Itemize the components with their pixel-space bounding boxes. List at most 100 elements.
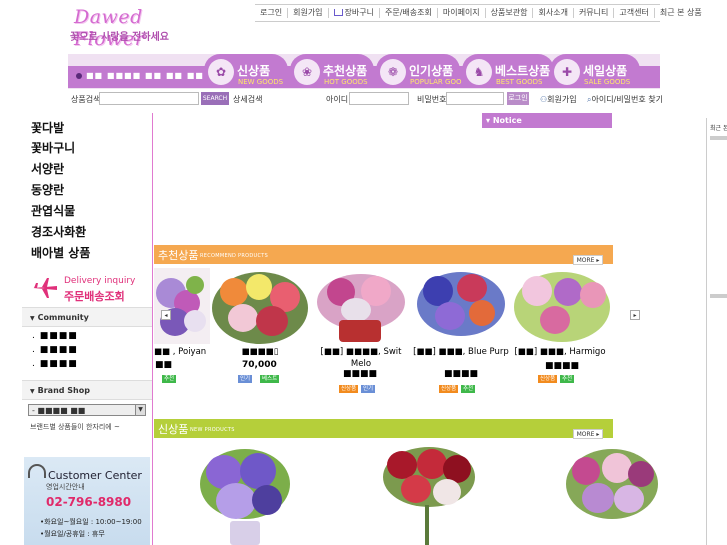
community-item[interactable]: . ■■■■ (32, 331, 78, 341)
customer-center-banner[interactable]: Customer Center 영업시간안내 02-796-8980 •화요일~… (24, 457, 150, 545)
tab-new-goods[interactable]: ✿ 신상품 NEW GOODS (204, 54, 288, 88)
bullet-icon (76, 72, 82, 79)
product-title[interactable]: ■■■■▯ (210, 346, 310, 358)
tab-best-goods[interactable]: ♞ 베스트상품 BEST GOODS (462, 54, 554, 88)
product-image[interactable] (379, 443, 479, 545)
triangle-icon: ▼ (30, 388, 35, 395)
site-logo[interactable]: Dawed Flower 꽃으로 사랑을 전하세요 (68, 4, 200, 56)
pw-label: 비밀번호 (417, 95, 447, 104)
category-bouquet[interactable]: 꽃다발 (31, 119, 64, 136)
login-button[interactable]: 로그인 (507, 92, 529, 105)
search-button[interactable]: SEARCH (201, 92, 229, 105)
scroll-down-bar[interactable] (710, 294, 727, 298)
id-label: 아이디 (326, 95, 349, 104)
nav-join[interactable]: 회원가입 (288, 8, 329, 18)
search-login-bar: 상품검색 SEARCH 상세검색 아이디 비밀번호 로그인 ⚇회원가입 ⌕아이디… (68, 92, 663, 106)
cart-icon (333, 9, 343, 16)
community-header: ▼ Community (22, 307, 152, 327)
nav-login[interactable]: 로그인 (255, 8, 289, 18)
flower-icon: ❁ (380, 59, 406, 85)
next-arrow-button[interactable]: ▸ (630, 310, 640, 320)
detail-search-link[interactable]: 상세검색 (233, 94, 262, 105)
find-account-link[interactable]: ⌕아이디/비밀번호 찾기 (587, 94, 663, 105)
tab-label: 인기상품 (409, 64, 454, 78)
product-price: ■■■■ (343, 369, 378, 379)
delivery-inquiry-banner[interactable]: Delivery inquiry 주문배송조회 (31, 270, 149, 305)
more-button[interactable]: MORE ▸ (573, 429, 603, 439)
product-price: 70,000 (242, 360, 277, 370)
customer-sub: 영업시간안내 (46, 483, 85, 491)
nav-recent[interactable]: 최근 본 상품 (655, 8, 707, 18)
category-delivery-area[interactable]: 배아별 상품 (31, 244, 90, 261)
logo-tagline: 꽃으로 사랑을 전하세요 (70, 32, 169, 43)
customer-title: Customer Center (48, 469, 142, 482)
product-price: ■■■■ (545, 361, 580, 371)
customer-phone: 02-796-8980 (46, 495, 132, 509)
product-image[interactable] (510, 268, 615, 344)
product-image[interactable] (196, 443, 296, 545)
join-link[interactable]: ⚇회원가입 (540, 94, 577, 105)
nav-mypage[interactable]: 마이페이지 (438, 8, 486, 18)
product-image[interactable] (154, 268, 210, 344)
recent-label: 최근 본 (710, 125, 727, 132)
product-title[interactable]: [■■] ■■■, Blue Purp (411, 346, 511, 358)
category-basket[interactable]: 꽃바구니 (31, 139, 75, 156)
new-products-header: 신상품 NEW PRODUCTS MORE ▸ (154, 419, 613, 439)
product-image[interactable] (562, 443, 662, 545)
airplane-icon (33, 278, 57, 298)
nav-company[interactable]: 회사소개 (533, 8, 574, 18)
sale-icon: ✚ (554, 59, 580, 85)
password-input[interactable] (446, 92, 504, 105)
brand-shop-header: ▼ Brand Shop (22, 380, 152, 400)
logo-script: Dawed Flower (74, 6, 145, 50)
section-subtitle: RECOMMEND PRODUCTS (200, 253, 269, 259)
divider (152, 113, 153, 545)
product-image[interactable] (411, 268, 511, 344)
section-subtitle: NEW PRODUCTS (190, 427, 235, 433)
product-title[interactable]: ■■ , Poiyan (154, 346, 214, 358)
search-label: 상품검색 (71, 95, 101, 104)
tag-recommend: 추천 (560, 375, 575, 383)
brand-note: 브랜드별 상품들이 한자리에 ~ (30, 423, 120, 431)
nav-cart[interactable]: 장바구니 (329, 8, 380, 18)
tag-recommend: 추천 (461, 385, 476, 393)
tag-new: 신상품 (538, 375, 558, 383)
tab-hot-goods[interactable]: ❀ 추천상품 HOT GOODS (290, 54, 374, 88)
community-item[interactable]: . ■■■■ (32, 345, 78, 355)
nav-customer-center[interactable]: 고객센터 (614, 8, 655, 18)
search-input[interactable] (99, 92, 199, 105)
nav-community[interactable]: 커뮤니티 (574, 8, 615, 18)
recommend-header: 추천상품 RECOMMEND PRODUCTS MORE ▸ (154, 245, 613, 265)
left-sidebar: 꽃다발 꽃바구니 서양란 동양란 관엽식물 경조사화환 배아별 상품 Deliv… (22, 113, 153, 545)
product-title[interactable]: [■■] ■■■■, Swit Melo (311, 346, 411, 370)
tab-label: 신상품 (237, 64, 271, 78)
community-item[interactable]: . ■■■■ (32, 359, 78, 369)
prev-arrow-button[interactable]: ◂ (161, 310, 171, 320)
tab-sale-goods[interactable]: ✚ 세일상품 SALE GOODS (550, 54, 640, 88)
category-eastern-orchid[interactable]: 동양란 (31, 181, 64, 198)
category-foliage[interactable]: 관엽식물 (31, 202, 75, 219)
more-button[interactable]: MORE ▸ (573, 255, 603, 265)
chevron-down-icon: ▼ (135, 405, 145, 415)
product-image[interactable] (210, 268, 310, 344)
star-icon: ✿ (208, 59, 234, 85)
category-wreath[interactable]: 경조사화환 (31, 223, 86, 240)
product-image[interactable] (311, 268, 411, 344)
tag-recommend: 추천 (162, 375, 177, 383)
headset-icon (28, 464, 46, 478)
product-price: ■■ (155, 360, 173, 370)
category-western-orchid[interactable]: 서양란 (31, 160, 64, 177)
nav-wishlist[interactable]: 상품보관함 (486, 8, 534, 18)
tag-new: 신상품 (439, 385, 459, 393)
triangle-icon: ▼ (30, 315, 35, 322)
id-input[interactable] (349, 92, 409, 105)
notice-header[interactable]: ▾ Notice (482, 113, 612, 128)
customer-holiday: •월요일/공휴일 : 휴무 (40, 530, 105, 538)
tab-popular-goods[interactable]: ❁ 인기상품 POPULAR GOODS (376, 54, 471, 88)
delivery-kr: 주문배송조회 (64, 290, 125, 303)
tab-sublabel: HOT GOODS (324, 78, 368, 86)
brand-select[interactable]: - ■■■■ ■■ ▼ (28, 404, 146, 416)
product-title[interactable]: [■■] ■■■, Harmigo (510, 346, 610, 358)
nav-order-lookup[interactable]: 주문/배송조회 (380, 8, 438, 18)
scroll-up-bar[interactable] (710, 136, 727, 140)
